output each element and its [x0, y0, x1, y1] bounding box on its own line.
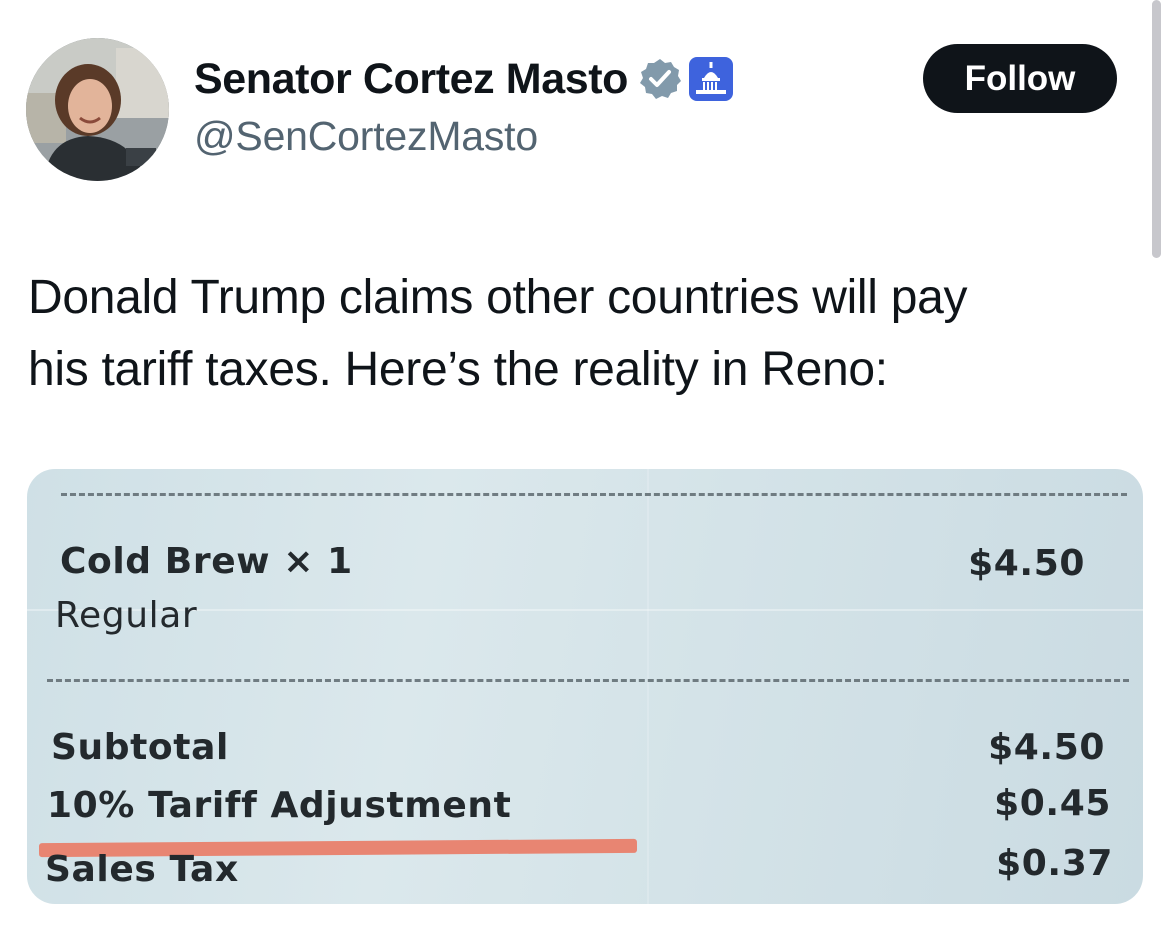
receipt-divider	[61, 493, 1127, 496]
receipt-item-variant: Regular	[55, 595, 198, 636]
receipt-subtotal-label: Subtotal	[51, 727, 229, 768]
receipt-item-name: Cold Brew × 1	[60, 541, 353, 582]
receipt-subtotal-amount: $4.50	[988, 727, 1105, 768]
receipt-sales-tax-amount: $0.37	[996, 843, 1113, 884]
receipt-photo[interactable]: Cold Brew × 1 Regular $4.50 Subtotal $4.…	[27, 469, 1143, 904]
verified-badge-icon[interactable]	[638, 57, 682, 101]
receipt-item-price: $4.50	[968, 543, 1085, 584]
author-handle[interactable]: @SenCortezMasto	[194, 113, 538, 160]
receipt-tariff-label: 10% Tariff Adjustment	[47, 785, 512, 826]
tweet-text-line: Donald Trump claims other countries will…	[28, 271, 968, 324]
receipt-divider	[47, 679, 1129, 682]
receipt-tariff-amount: $0.45	[994, 783, 1111, 824]
author-name-row: Senator Cortez Masto	[194, 52, 734, 106]
avatar[interactable]	[26, 38, 169, 181]
receipt-sales-tax-label: Sales Tax	[45, 849, 239, 890]
tweet-text: Donald Trump claims other countries will…	[28, 262, 1138, 406]
tweet-text-line: his tariff taxes. Here’s the reality in …	[28, 343, 888, 396]
follow-button[interactable]: Follow	[923, 44, 1117, 113]
author-display-name[interactable]: Senator Cortez Masto	[194, 55, 628, 104]
scrollbar[interactable]	[1152, 0, 1161, 258]
capitol-dome-icon[interactable]	[688, 56, 734, 102]
